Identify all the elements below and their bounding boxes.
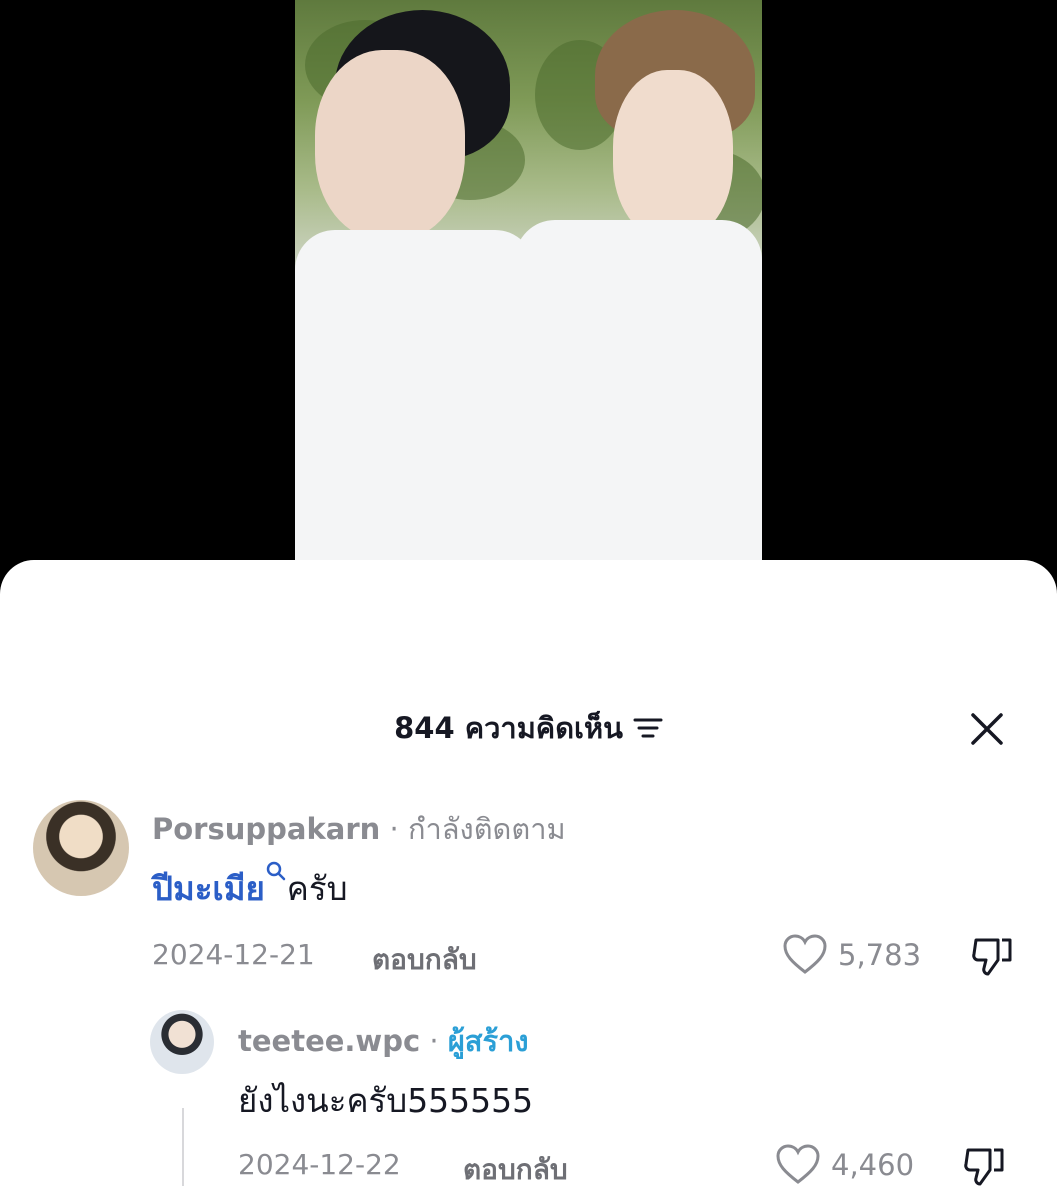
comment-date: 2024-12-22 [238, 1148, 401, 1181]
creator-badge: ผู้สร้าง [447, 1024, 529, 1058]
search-icon[interactable] [265, 860, 287, 882]
like-count: 4,460 [831, 1148, 915, 1182]
reply-button[interactable]: ตอบกลับ [463, 1148, 568, 1192]
avatar[interactable] [150, 1010, 214, 1074]
comment-count: 844 ความคิดเห็น [394, 711, 623, 745]
video-frame[interactable] [295, 0, 762, 560]
comment-text: ยังไงนะครับ555555 [238, 1081, 534, 1120]
comment-author[interactable]: Porsuppakarn [152, 812, 380, 846]
comment-meta: teetee.wpc · ผู้สร้าง [238, 1024, 529, 1058]
heart-icon [776, 1144, 820, 1184]
filter-icon[interactable] [633, 716, 663, 740]
like-button[interactable]: 4,460 [775, 1144, 914, 1186]
like-button[interactable]: 5,783 [782, 934, 921, 976]
comment-text: ปีมะเมีย ครับ [152, 860, 348, 915]
heart-icon [783, 934, 827, 974]
close-button[interactable] [966, 708, 1008, 750]
reply-button[interactable]: ตอบกลับ [372, 938, 477, 982]
comments-header: 844 ความคิดเห็น [0, 702, 1057, 754]
dislike-icon[interactable] [970, 934, 1014, 978]
avatar[interactable] [33, 800, 129, 896]
comment-meta: Porsuppakarn · กำลังติดตาม [152, 812, 566, 846]
search-keyword-link[interactable]: ปีมะเมีย [152, 869, 265, 908]
thread-line [182, 1108, 184, 1186]
video-area[interactable] [0, 0, 1057, 600]
comment-date: 2024-12-21 [152, 938, 315, 971]
dislike-icon[interactable] [962, 1144, 1006, 1188]
comment-author[interactable]: teetee.wpc [238, 1024, 420, 1058]
like-count: 5,783 [838, 938, 922, 972]
follow-status: กำลังติดตาม [407, 812, 566, 846]
close-icon [971, 713, 1003, 745]
